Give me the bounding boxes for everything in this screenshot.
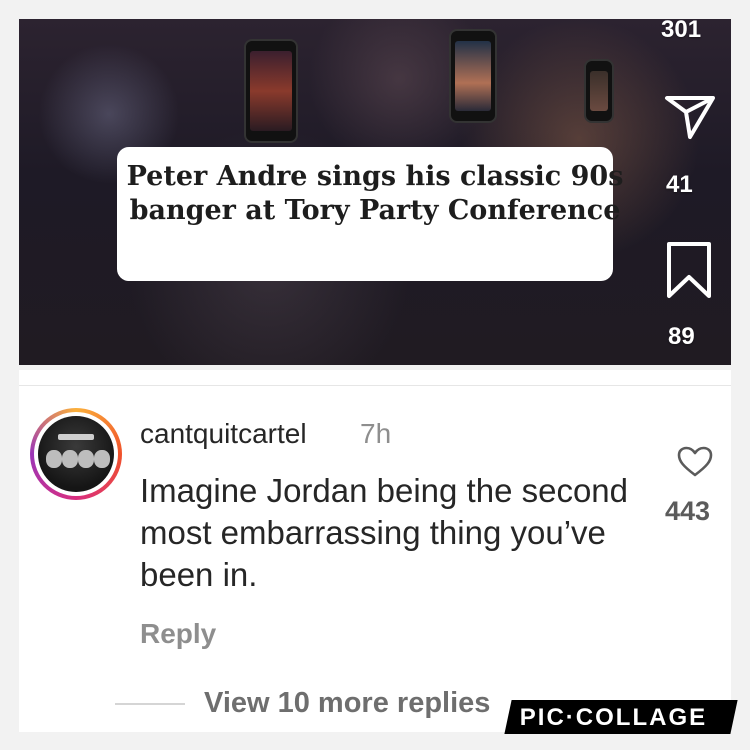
comment-text: Imagine Jordan being the second most emb… xyxy=(140,472,629,593)
avatar-figure xyxy=(78,450,94,468)
comment-timestamp: 7h xyxy=(360,418,392,449)
avatar-figure xyxy=(94,450,110,468)
avatar-figure xyxy=(62,450,78,468)
view-more-replies-link[interactable]: View 10 more replies xyxy=(204,687,490,720)
pic-collage-watermark: PIC·COLLAGE xyxy=(504,700,738,734)
heart-icon[interactable] xyxy=(677,446,713,483)
comment-like-count: 443 xyxy=(665,496,711,526)
reply-button[interactable]: Reply xyxy=(140,618,216,650)
avatar-figure xyxy=(46,450,62,468)
avatar-logo-mark xyxy=(58,434,94,440)
crowd-phone-1 xyxy=(244,39,298,143)
comment-username[interactable]: cantquitcartel xyxy=(140,418,307,450)
paper-plane-icon[interactable] xyxy=(664,94,716,145)
save-count: 89 xyxy=(668,323,695,350)
crowd-phone-3 xyxy=(584,59,614,123)
video-caption: Peter Andre sings his classic 90s banger… xyxy=(126,161,624,226)
share-count: 41 xyxy=(666,171,693,198)
bookmark-icon[interactable] xyxy=(666,241,712,304)
divider xyxy=(19,385,731,386)
avatar[interactable] xyxy=(38,416,114,492)
view-count: 301 xyxy=(661,16,702,43)
crowd-phone-2 xyxy=(449,29,497,123)
replies-divider-line xyxy=(115,703,185,705)
watermark-text: PIC·COLLAGE xyxy=(519,704,708,731)
